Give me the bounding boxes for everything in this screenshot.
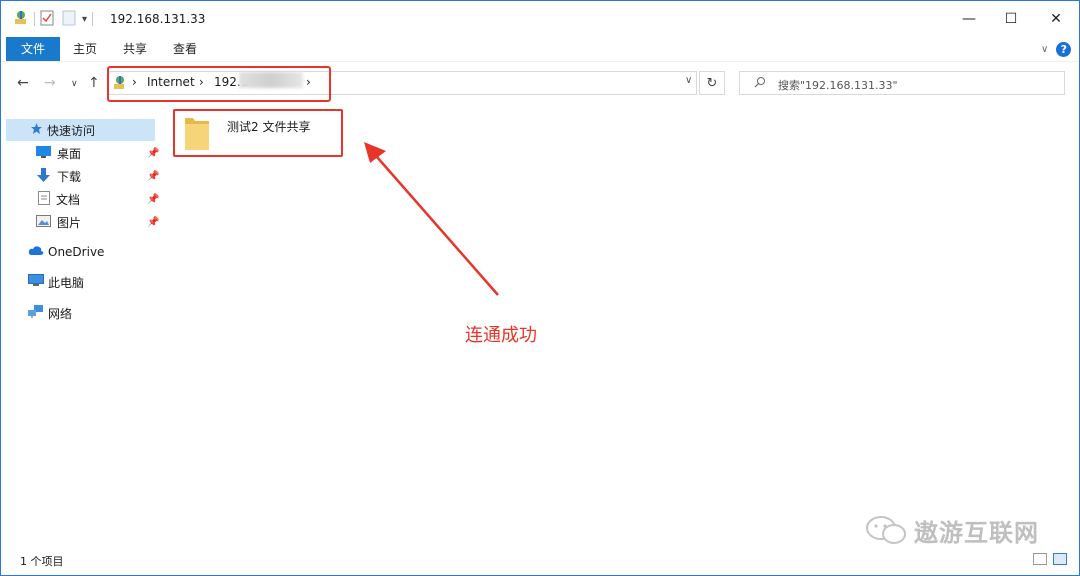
desktop-icon bbox=[36, 145, 51, 161]
sidebar-item-this-pc[interactable]: 此电脑 bbox=[6, 271, 84, 293]
sidebar-item-label: OneDrive bbox=[48, 245, 105, 259]
picture-icon bbox=[36, 214, 51, 230]
maximize-button[interactable]: ☐ bbox=[988, 1, 1034, 37]
pin-icon[interactable]: 📌 bbox=[147, 171, 159, 182]
sidebar-item-documents[interactable]: 文档 📌 bbox=[6, 188, 159, 210]
sidebar-item-desktop[interactable]: 桌面 📌 bbox=[6, 142, 159, 164]
tab-home[interactable]: 主页 bbox=[63, 37, 107, 61]
recent-locations-icon[interactable]: ∨ bbox=[71, 79, 78, 89]
document-icon bbox=[38, 190, 50, 208]
folder-label[interactable]: 测试2 文件共享 bbox=[227, 118, 310, 135]
sidebar-item-network[interactable]: 网络 bbox=[6, 302, 72, 324]
new-folder-icon[interactable] bbox=[62, 10, 76, 29]
ribbon-controls: ∨ ? bbox=[1041, 41, 1072, 57]
computer-icon bbox=[28, 274, 44, 290]
expand-ribbon-icon[interactable]: ∨ bbox=[1041, 44, 1048, 55]
address-dropdown-icon[interactable]: ∨ bbox=[685, 75, 692, 86]
forward-icon[interactable]: → bbox=[44, 75, 56, 91]
sidebar-item-label: 快速访问 bbox=[47, 123, 96, 138]
view-toggle bbox=[1033, 553, 1067, 565]
annotation-arrow bbox=[364, 142, 499, 296]
window-title: 192.168.131.33 bbox=[110, 12, 206, 26]
annotation-text: 连通成功 bbox=[465, 325, 537, 346]
back-icon[interactable]: ← bbox=[17, 75, 29, 91]
sidebar-item-label: 此电脑 bbox=[48, 275, 85, 290]
pin-icon[interactable]: 📌 bbox=[147, 194, 159, 205]
sidebar-item-onedrive[interactable]: OneDrive bbox=[6, 241, 104, 263]
sidebar-item-label: 文档 bbox=[56, 192, 81, 207]
star-icon bbox=[30, 122, 43, 138]
customize-toolbar-icon[interactable]: ▾ bbox=[82, 14, 87, 25]
sidebar-item-label: 桌面 bbox=[57, 146, 82, 161]
download-icon bbox=[36, 167, 51, 185]
sidebar-item-label: 下载 bbox=[57, 169, 82, 184]
network-icon bbox=[28, 305, 44, 321]
pin-icon[interactable]: 📌 bbox=[147, 148, 159, 159]
search-icon bbox=[754, 76, 766, 91]
navigation-bar: ← → ∨ ↑ ∨ › Internet › 192.1 › ↻ 搜索"192.… bbox=[1, 61, 1079, 106]
explorer-window: ▾ 192.168.131.33 — ☐ ✕ 文件 主页 共享 查看 ∨ ? ←… bbox=[0, 0, 1080, 576]
refresh-button[interactable]: ↻ bbox=[699, 71, 725, 95]
tab-view[interactable]: 查看 bbox=[163, 37, 207, 61]
quick-access-toolbar: ▾ bbox=[13, 10, 98, 28]
tab-file[interactable]: 文件 bbox=[6, 37, 60, 61]
properties-icon[interactable] bbox=[40, 10, 54, 29]
title-bar: ▾ 192.168.131.33 — ☐ ✕ bbox=[1, 1, 1079, 37]
network-folder-icon bbox=[13, 10, 29, 29]
sidebar-item-label: 网络 bbox=[48, 306, 73, 321]
up-icon[interactable]: ↑ bbox=[88, 75, 100, 91]
search-input[interactable]: 搜索"192.168.131.33" bbox=[778, 77, 898, 93]
sidebar-item-label: 图片 bbox=[57, 215, 82, 230]
address-highlight-box bbox=[107, 66, 331, 102]
search-box[interactable]: 搜索"192.168.131.33" bbox=[739, 71, 1065, 95]
sidebar-item-downloads[interactable]: 下载 📌 bbox=[6, 165, 159, 187]
help-icon[interactable]: ? bbox=[1056, 41, 1072, 57]
folder-icon[interactable] bbox=[183, 114, 211, 155]
large-icons-view-icon[interactable] bbox=[1053, 553, 1067, 565]
pin-icon[interactable]: 📌 bbox=[147, 217, 159, 228]
cloud-icon bbox=[28, 245, 44, 259]
ribbon-tabs: 文件 主页 共享 查看 ∨ ? bbox=[1, 37, 1079, 61]
status-item-count: 1 个项目 bbox=[20, 555, 64, 568]
watermark-text: 遨游互联网 bbox=[914, 519, 1039, 547]
minimize-button[interactable]: — bbox=[946, 1, 992, 37]
sidebar-item-quick-access[interactable]: 快速访问 bbox=[6, 119, 155, 141]
close-button[interactable]: ✕ bbox=[1033, 1, 1079, 37]
navigation-pane: 快速访问 桌面 📌 下载 📌 文档 📌 图片 📌 OneDrive 此电脑 网络 bbox=[1, 105, 161, 545]
details-view-icon[interactable] bbox=[1033, 553, 1047, 565]
sidebar-item-pictures[interactable]: 图片 📌 bbox=[6, 211, 159, 233]
wechat-icon bbox=[865, 515, 909, 548]
tab-share[interactable]: 共享 bbox=[113, 37, 157, 61]
